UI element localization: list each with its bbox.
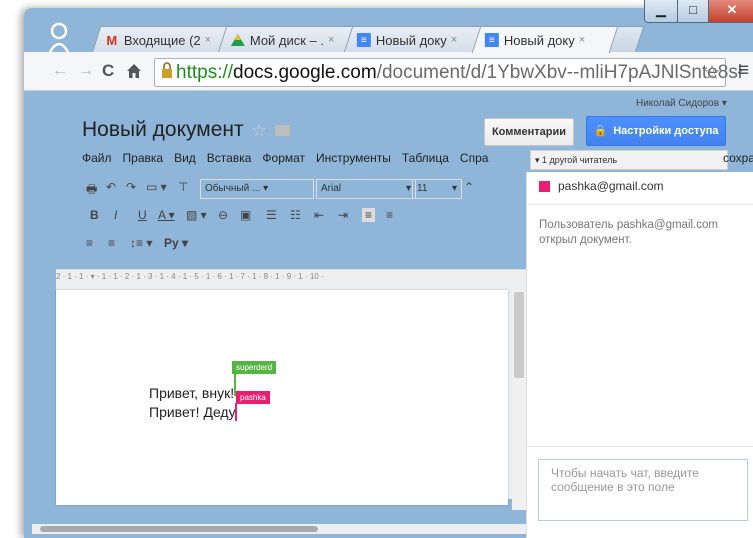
readers-indicator[interactable]: ▾ 1 другой читатель — [530, 150, 728, 170]
save-status: сохра — [723, 151, 753, 165]
comments-button[interactable]: Комментарии — [484, 118, 574, 146]
style-select[interactable]: Обычный ... ▾ — [200, 179, 314, 199]
document-page[interactable] — [56, 290, 508, 505]
url-scheme: https:// — [176, 62, 234, 83]
highlight-icon[interactable]: ▧ ▾ — [186, 208, 207, 222]
paint-format-icon[interactable]: ⊤ — [178, 180, 188, 194]
menu-edit[interactable]: Правка — [123, 151, 164, 165]
url-host: docs.google.com — [233, 62, 377, 83]
tab-inbox[interactable]: M Входящие (2 × — [91, 26, 235, 53]
docs-icon: ≡ — [356, 33, 371, 47]
menu-tools[interactable]: Инструменты — [316, 151, 391, 165]
tab-close-icon[interactable]: × — [328, 34, 334, 46]
window-close-button[interactable]: ✕ — [708, 0, 753, 23]
collaborator-flag-pashka: pashka — [236, 391, 270, 404]
menu-icon[interactable]: ≡ — [738, 60, 749, 82]
tab-new-document[interactable]: ≡ Новый доку × — [343, 26, 485, 53]
docs-icon: ≡ — [484, 33, 499, 47]
menu-insert[interactable]: Вставка — [207, 151, 252, 165]
horizontal-scrollbar-thumb[interactable] — [40, 526, 318, 532]
menu-table[interactable]: Таблица — [402, 151, 449, 165]
italic-icon[interactable]: I — [114, 208, 117, 222]
drive-icon — [230, 33, 245, 47]
font-size-select[interactable]: 11 ▾ — [412, 179, 462, 199]
vertical-scrollbar-thumb[interactable] — [514, 292, 524, 378]
chat-input[interactable]: Чтобы начать чат, введите сообщение в эт… — [538, 459, 748, 521]
justify-icon[interactable]: ≡ — [108, 236, 115, 250]
undo-icon[interactable]: ↶ — [106, 180, 116, 194]
input-tools-button[interactable]: Ру ▾ — [164, 236, 188, 250]
align-right-icon[interactable]: ≡ — [86, 236, 93, 250]
align-left-icon[interactable]: ≡ — [362, 208, 376, 222]
url-text: https://docs.google.com/document/d/1YbwX… — [176, 59, 742, 86]
input-tools-label: Ру — [164, 236, 179, 250]
font-select[interactable]: Arial ▾ — [316, 179, 416, 199]
line-spacing-icon[interactable]: ↕≡ ▾ — [130, 236, 152, 250]
user-name[interactable]: Николай Сидоров ▾ — [636, 98, 727, 109]
document-title-text: Новый документ — [82, 118, 244, 141]
chat-divider — [526, 446, 753, 447]
reload-icon[interactable]: C — [102, 61, 114, 81]
link-icon[interactable]: ⊖ — [218, 208, 228, 222]
gmail-icon: M — [106, 32, 118, 48]
collaborator-flag-superderd: superderd — [232, 361, 277, 374]
style-select-value: Обычный ... — [205, 183, 261, 194]
profile-icon[interactable] — [48, 22, 70, 52]
star-icon[interactable]: ☆ — [252, 121, 267, 140]
redo-icon[interactable]: ↷ — [126, 180, 136, 194]
bulleted-list-icon[interactable]: ☷ — [290, 208, 301, 222]
tab-close-icon[interactable]: × — [451, 34, 457, 46]
document-line-1[interactable]: Привет, внук! — [149, 385, 234, 401]
ruler[interactable]: 2 · 1 · 1 · ▾ · 1 · 1 · 2 · 1 · 3 · 1 · … — [56, 269, 526, 285]
tab-label: Входящие (2 — [123, 32, 201, 48]
home-icon[interactable] — [126, 63, 142, 79]
image-icon[interactable]: ▣ — [240, 208, 251, 222]
url-path: /document/d/1YbwXbv--mliH7pAJNlSnte8sł — [376, 62, 743, 83]
print-icon[interactable]: 🖶 — [86, 180, 97, 201]
paste-icon[interactable]: ▭ ▾ — [146, 180, 167, 194]
document-line-2[interactable]: Привет! Деду — [149, 404, 236, 420]
font-size-value: 11 — [417, 183, 428, 194]
tab-close-icon[interactable]: × — [579, 34, 585, 46]
tab-label: Новый доку — [375, 32, 447, 48]
participant-color-swatch — [539, 181, 550, 192]
tab-my-drive[interactable]: Мой диск – . × — [217, 26, 361, 53]
text-color-icon[interactable]: A ▾ — [158, 208, 175, 222]
participant-email: pashka@gmail.com — [558, 179, 664, 193]
maximize-button[interactable]: □ — [677, 0, 709, 23]
back-arrow-icon[interactable]: ← — [52, 62, 68, 80]
share-button-label: Настройки доступа — [613, 125, 719, 137]
menu-view[interactable]: Вид — [174, 151, 196, 165]
minimize-button[interactable]: ▁ — [644, 0, 678, 23]
divider — [526, 204, 753, 205]
share-button[interactable]: 🔒 Настройки доступа — [586, 116, 726, 146]
increase-indent-icon[interactable]: ⇥ — [338, 208, 348, 222]
folder-icon[interactable] — [274, 125, 290, 136]
menu-help[interactable]: Спра — [460, 151, 489, 165]
align-center-icon[interactable]: ≡ — [386, 208, 393, 222]
numbered-list-icon[interactable]: ☰ — [266, 208, 277, 222]
document-title[interactable]: Новый документ ☆ — [82, 118, 290, 142]
tab-label: Новый доку — [503, 32, 575, 48]
tab-close-icon[interactable]: × — [205, 34, 211, 46]
bookmark-star-icon[interactable]: ☆ — [703, 60, 721, 85]
forward-arrow-icon[interactable]: → — [78, 62, 94, 80]
readers-text: 1 другой читатель — [542, 155, 618, 165]
menu-format[interactable]: Формат — [262, 151, 305, 165]
collaborator-cursor-pashka — [235, 403, 237, 421]
underline-icon[interactable]: U — [138, 208, 147, 222]
lock-icon — [162, 62, 172, 78]
menubar: Файл Правка Вид Вставка Формат Инструменты Таб… — [82, 151, 499, 165]
chat-message: Пользователь pashka@gmail.com открыл док… — [539, 219, 718, 246]
collapse-icon[interactable]: ⌃ — [464, 180, 474, 194]
menu-file[interactable]: Файл — [82, 151, 112, 165]
bold-icon[interactable]: B — [90, 208, 99, 222]
tab-label: Мой диск – . — [249, 32, 325, 48]
lock-icon: 🔒 — [593, 125, 608, 137]
decrease-indent-icon[interactable]: ⇤ — [314, 208, 324, 222]
tab-new-document-active[interactable]: ≡ Новый доку × — [471, 26, 619, 53]
font-select-value: Arial — [321, 183, 342, 194]
